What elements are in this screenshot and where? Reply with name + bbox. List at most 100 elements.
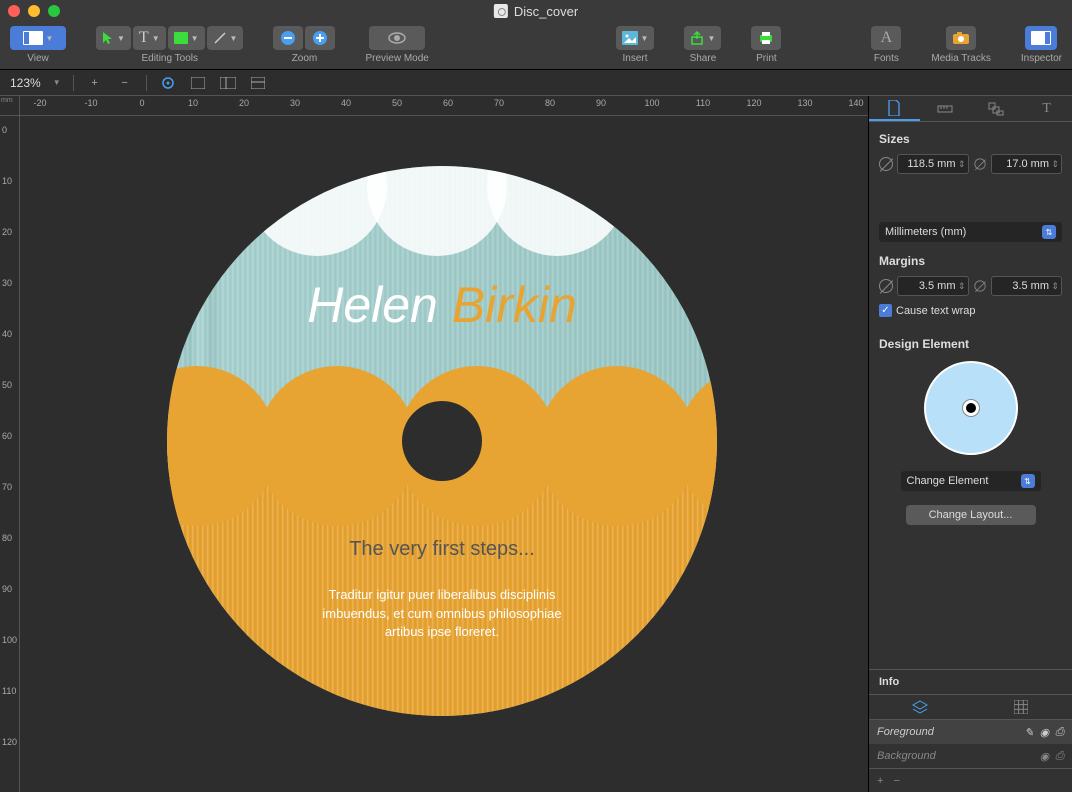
outer-diameter-icon <box>879 157 893 171</box>
close-button[interactable] <box>8 5 20 17</box>
main-toolbar: ▼ View ▼ T▼ ▼ ▼ Editing Tools Zoom Previ… <box>0 22 1072 70</box>
inspector-icon <box>1031 31 1051 45</box>
document-name: Disc_cover <box>514 4 578 19</box>
tab-text[interactable]: T <box>1021 96 1072 121</box>
zoom-in-button[interactable] <box>305 26 335 50</box>
eye-icon[interactable]: ◉ <box>1040 750 1050 763</box>
print-layer-icon[interactable]: ⎙ <box>1055 726 1064 739</box>
share-label: Share <box>690 53 717 64</box>
print-icon <box>758 31 774 45</box>
line-tool[interactable]: ▼ <box>207 26 244 50</box>
zoom-out-button[interactable] <box>273 26 303 50</box>
top-scallop <box>167 166 717 286</box>
window-controls <box>8 5 60 17</box>
zoom-in-icon <box>312 30 328 46</box>
eye-icon[interactable]: ◉ <box>1040 726 1050 739</box>
preview-button[interactable] <box>369 26 425 50</box>
image-icon <box>622 31 638 45</box>
outer-size-input[interactable]: 118.5 mm <box>897 154 969 174</box>
inner-margin-input[interactable]: 3.5 mm <box>991 276 1063 296</box>
titlebar: Disc_cover <box>0 0 1072 22</box>
layers-tab[interactable] <box>869 695 971 719</box>
disc-title[interactable]: Helen Birkin <box>167 276 717 334</box>
tab-document[interactable] <box>869 96 920 121</box>
horizontal-ruler: -20-100102030405060708090100110120130140 <box>20 96 868 116</box>
share-button[interactable]: ▼ <box>684 26 721 50</box>
fonts-icon: A <box>881 29 893 47</box>
disc-body-text[interactable]: Traditur igitur puer liberalibus discipl… <box>167 586 717 641</box>
panel2-button[interactable] <box>219 74 237 92</box>
insert-label: Insert <box>623 53 648 64</box>
grid-tab[interactable] <box>971 695 1072 719</box>
media-label: Media Tracks <box>931 53 990 64</box>
shape-tool[interactable]: ▼ <box>168 26 205 50</box>
change-element-select[interactable]: Change Element⇅ <box>901 471 1041 491</box>
print-label: Print <box>756 53 777 64</box>
minimize-button[interactable] <box>28 5 40 17</box>
ruler-icon <box>937 102 953 116</box>
add-button[interactable]: + <box>86 74 104 92</box>
tab-ruler[interactable] <box>920 96 971 121</box>
inner-size-input[interactable]: 17.0 mm <box>991 154 1063 174</box>
editing-label: Editing Tools <box>141 53 198 64</box>
tab-arrange[interactable] <box>971 96 1022 121</box>
window-title: Disc_cover <box>494 4 578 19</box>
eye-icon <box>388 31 406 45</box>
inner-diameter-icon <box>974 158 985 169</box>
share-icon <box>690 31 704 45</box>
zoom-label: Zoom <box>292 53 318 64</box>
media-button[interactable] <box>946 26 976 50</box>
camera-icon <box>952 31 970 45</box>
document-icon <box>494 4 508 18</box>
wrap-label: Cause text wrap <box>896 305 975 317</box>
print-layer-icon[interactable]: ⎙ <box>1055 750 1064 763</box>
format-bar: 123% ▼ + − <box>0 70 1072 96</box>
print-button[interactable] <box>751 26 781 50</box>
layer-background[interactable]: Background ◉ ⎙ <box>869 744 1072 768</box>
insert-button[interactable]: ▼ <box>616 26 655 50</box>
fonts-button[interactable]: A <box>871 26 901 50</box>
cursor-icon <box>102 31 114 45</box>
remove-button[interactable]: − <box>116 74 134 92</box>
disc-subtitle[interactable]: The very first steps... <box>167 538 717 561</box>
info-header: Info <box>869 669 1072 694</box>
outer-margin-icon <box>879 279 893 293</box>
preview-label: Preview Mode <box>365 53 428 64</box>
text-tool[interactable]: T▼ <box>133 26 166 50</box>
remove-layer-button[interactable]: − <box>893 775 899 787</box>
wrap-checkbox[interactable]: ✓ <box>879 304 892 317</box>
view-button[interactable]: ▼ <box>10 26 66 50</box>
element-preview <box>924 361 1018 455</box>
zoom-button[interactable] <box>48 5 60 17</box>
target-button[interactable] <box>159 74 177 92</box>
inner-margin-icon <box>974 280 985 291</box>
outer-margin-input[interactable]: 3.5 mm <box>897 276 969 296</box>
panel1-button[interactable] <box>189 74 207 92</box>
inspector-label: Inspector <box>1021 53 1062 64</box>
inspector-panel: T Sizes 118.5 mm 17.0 mm Millimeters (mm… <box>868 96 1072 792</box>
rect-icon <box>174 32 188 44</box>
margins-header: Margins <box>879 254 1062 268</box>
fonts-label: Fonts <box>874 53 899 64</box>
element-header: Design Element <box>879 337 1062 351</box>
canvas-area[interactable]: mm -20-100102030405060708090100110120130… <box>0 96 868 792</box>
panel3-button[interactable] <box>249 74 267 92</box>
pencil-icon[interactable]: ✎ <box>1024 726 1033 739</box>
vertical-ruler: 0102030405060708090100110120 <box>0 116 20 792</box>
select-tool[interactable]: ▼ <box>96 26 131 50</box>
zoom-value[interactable]: 123% <box>10 76 41 90</box>
layers-icon <box>912 700 928 714</box>
change-layout-button[interactable]: Change Layout... <box>906 505 1036 525</box>
inspector-button[interactable] <box>1025 26 1057 50</box>
view-label: View <box>27 53 49 64</box>
units-select[interactable]: Millimeters (mm)⇅ <box>879 222 1062 242</box>
disc-hole <box>402 401 482 481</box>
add-layer-button[interactable]: + <box>877 775 883 787</box>
sizes-header: Sizes <box>879 132 1062 146</box>
grid-icon <box>1014 700 1028 714</box>
view-icon <box>23 31 43 45</box>
layer-foreground[interactable]: Foreground ✎ ◉ ⎙ <box>869 720 1072 744</box>
ruler-unit: mm <box>0 96 20 116</box>
disc-design[interactable]: Helen Birkin The very first steps... Tra… <box>167 166 717 716</box>
line-icon <box>213 31 227 45</box>
